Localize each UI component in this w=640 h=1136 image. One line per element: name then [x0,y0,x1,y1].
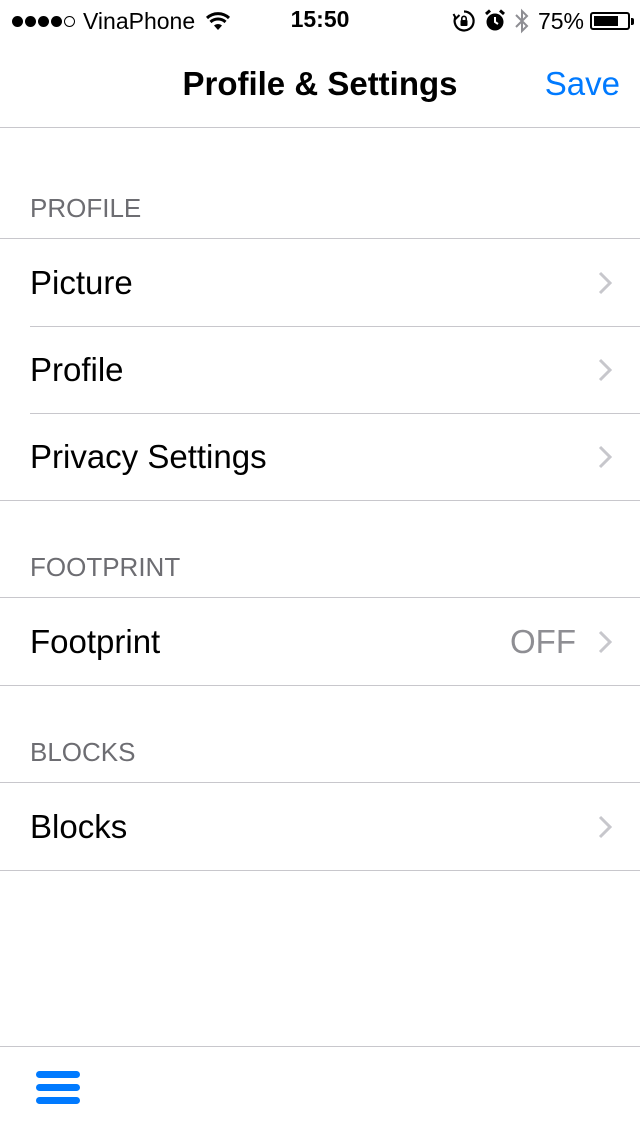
footprint-status-value: OFF [510,622,576,660]
battery-icon [590,12,634,30]
bluetooth-icon [515,8,529,34]
status-right: 75% [452,6,634,36]
save-button[interactable]: Save [545,40,620,128]
battery-level [594,16,618,26]
alarm-icon [484,9,505,31]
row-label: Blocks [30,807,128,845]
section-header-profile: PROFILE [30,193,142,223]
section-header-footprint: FOOTPRINT [30,552,181,582]
chevron-right-icon [598,815,612,838]
row-profile[interactable]: Profile [0,326,640,413]
profile-group: Picture Profile Privacy Settings [0,238,640,501]
blocks-group: Blocks [0,782,640,871]
chevron-right-icon [598,271,612,294]
chevron-right-icon [598,630,612,653]
row-privacy-settings[interactable]: Privacy Settings [0,413,640,500]
row-picture[interactable]: Picture [0,239,640,326]
navigation-bar: Profile & Settings Save [0,40,640,128]
footprint-group: Footprint OFF [0,597,640,686]
row-label: Picture [30,263,133,301]
screen: VinaPhone 15:50 75% Profile & Settings S… [0,0,640,1136]
settings-list: PROFILE Picture Profile Privacy Settings… [0,128,640,871]
row-footprint[interactable]: Footprint OFF [0,598,640,685]
hamburger-menu-icon[interactable] [36,1071,80,1111]
chevron-right-icon [598,445,612,468]
chevron-right-icon [598,358,612,381]
row-blocks[interactable]: Blocks [0,783,640,870]
row-label: Privacy Settings [30,437,267,475]
status-bar: VinaPhone 15:50 75% [0,0,640,40]
battery-percent: 75% [537,7,584,34]
row-label: Footprint [30,622,161,660]
row-label: Profile [30,350,124,388]
bottom-toolbar [0,1046,640,1136]
rotation-lock-icon [452,10,475,32]
section-header-blocks: BLOCKS [30,737,136,767]
